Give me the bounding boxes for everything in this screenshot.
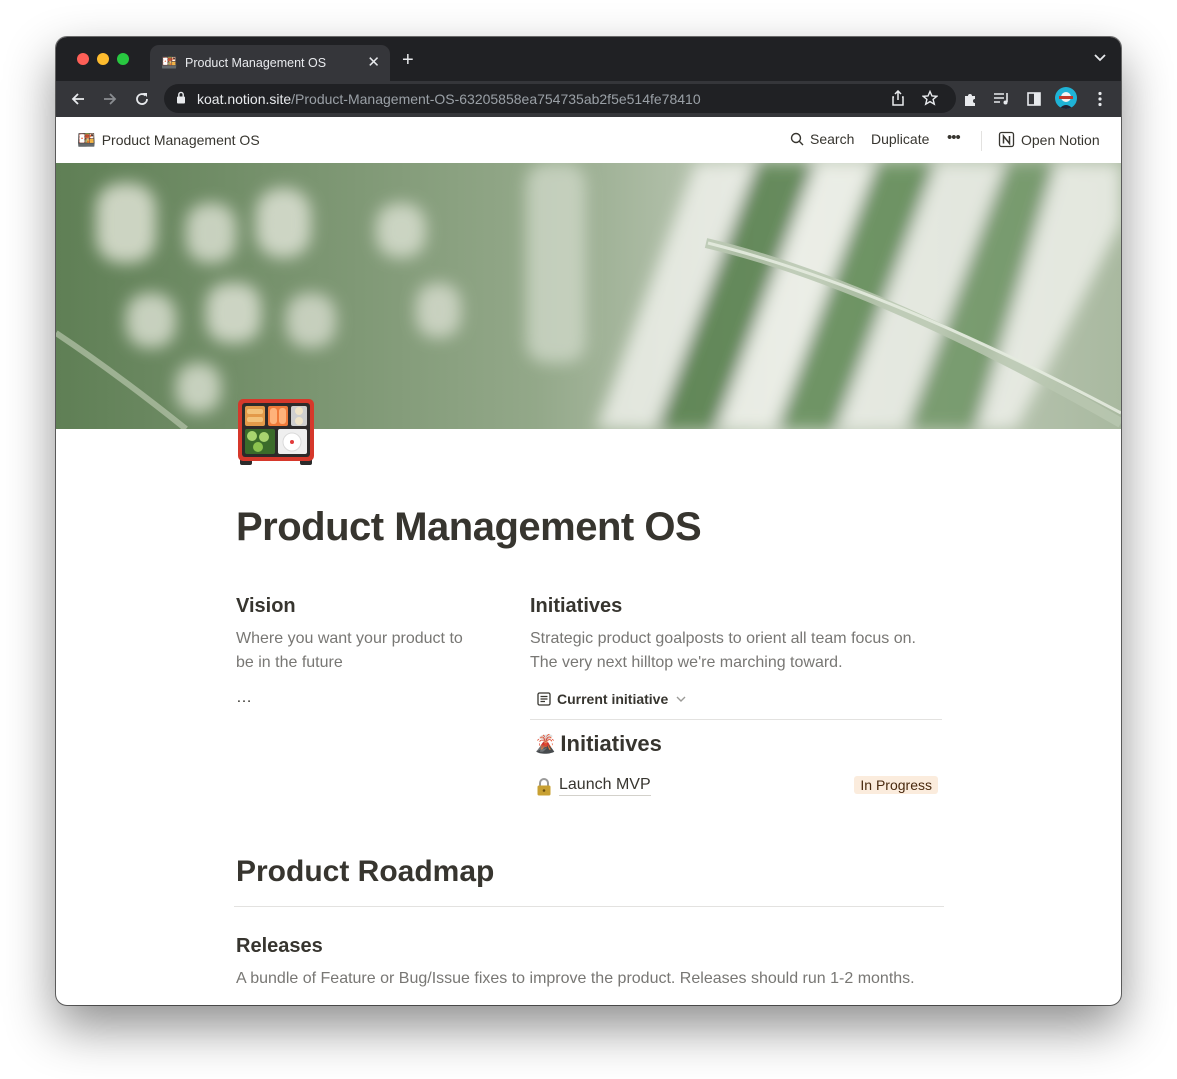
lock-icon[interactable] xyxy=(176,91,186,109)
more-options-button[interactable]: ••• xyxy=(947,129,961,146)
item-name[interactable]: Launch MVP xyxy=(559,776,651,796)
tab-title: Product Management OS xyxy=(185,56,327,70)
vision-ellipsis: … xyxy=(236,689,252,706)
cover-image xyxy=(56,163,1121,429)
releases-description: A bundle of Feature or Bug/Issue fixes t… xyxy=(236,970,915,987)
bento-box-icon[interactable] xyxy=(236,395,318,469)
search-button[interactable]: Search xyxy=(790,131,854,147)
initiatives-db-title-text: Initiatives xyxy=(560,731,662,756)
breadcrumb[interactable]: 🍱 Product Management OS xyxy=(77,131,260,149)
page-title: Product Management OS xyxy=(236,505,702,549)
search-label: Search xyxy=(810,131,855,147)
url-host: koat.notion.site xyxy=(197,91,292,107)
browser-tab[interactable]: 🍱 Product Management OS ✕ xyxy=(150,45,390,81)
tab-search-chevron-icon[interactable] xyxy=(1093,50,1107,69)
vision-description: Where you want your product to be in the… xyxy=(236,630,463,671)
media-control-icon[interactable] xyxy=(992,89,1012,109)
share-icon[interactable] xyxy=(888,88,908,108)
search-icon xyxy=(790,132,804,146)
roadmap-heading: Product Roadmap xyxy=(236,855,495,888)
profile-avatar[interactable] xyxy=(1055,87,1077,109)
back-arrow-icon[interactable] xyxy=(68,89,88,109)
minimize-window-button[interactable] xyxy=(97,53,109,65)
view-selector-label: Current initiative xyxy=(557,691,669,707)
view-selector[interactable]: Current initiative xyxy=(537,691,688,707)
url-path: /Product-Management-OS-63205858ea754735a… xyxy=(291,91,701,107)
bento-box-icon: 🍱 xyxy=(77,132,96,149)
duplicate-button[interactable]: Duplicate xyxy=(871,131,929,147)
browser-menu-icon[interactable] xyxy=(1090,89,1110,109)
breadcrumb-title: Product Management OS xyxy=(101,132,260,148)
side-panel-icon[interactable] xyxy=(1024,89,1044,109)
close-tab-icon[interactable]: ✕ xyxy=(367,54,380,72)
address-bar[interactable]: koat.notion.site/Product-Management-OS-6… xyxy=(164,84,956,113)
forward-arrow-icon[interactable] xyxy=(100,89,120,109)
volcano-icon: 🌋 xyxy=(534,733,557,754)
initiatives-description: Strategic product goalposts to orient al… xyxy=(530,630,916,671)
duplicate-label: Duplicate xyxy=(871,131,930,147)
bento-box-icon: 🍱 xyxy=(161,55,178,70)
extensions-puzzle-icon[interactable] xyxy=(960,89,980,109)
initiatives-db-title[interactable]: 🌋 Initiatives xyxy=(534,731,662,757)
bookmark-star-icon[interactable] xyxy=(920,88,940,108)
tab-strip: 🍱 Product Management OS ✕ + xyxy=(56,37,1121,81)
browser-toolbar: koat.notion.site/Product-Management-OS-6… xyxy=(56,81,1121,117)
view-divider xyxy=(530,719,942,720)
reload-icon[interactable] xyxy=(132,89,152,109)
new-tab-icon[interactable]: + xyxy=(402,50,414,70)
list-item[interactable]: Launch MVP In Progress xyxy=(534,775,942,801)
open-notion-label: Open Notion xyxy=(1021,131,1100,148)
notion-topbar: 🍱 Product Management OS Search Duplicate… xyxy=(56,117,1121,163)
notion-logo-icon xyxy=(998,131,1015,148)
more-dots-icon: ••• xyxy=(947,129,961,146)
status-badge: In Progress xyxy=(854,776,938,794)
releases-heading: Releases xyxy=(236,935,323,957)
chevron-down-icon xyxy=(676,696,686,702)
url-text: koat.notion.site/Product-Management-OS-6… xyxy=(197,91,701,107)
lock-icon xyxy=(536,778,552,801)
maximize-window-button[interactable] xyxy=(117,53,129,65)
vision-heading: Vision xyxy=(236,595,296,617)
initiatives-heading: Initiatives xyxy=(530,595,623,617)
close-window-button[interactable] xyxy=(77,53,89,65)
roadmap-divider xyxy=(234,906,944,907)
header-divider xyxy=(981,131,982,151)
list-view-icon xyxy=(537,692,551,706)
open-notion-button[interactable]: Open Notion xyxy=(998,131,1100,148)
browser-window: 🍱 Product Management OS ✕ + koat.notion.… xyxy=(56,37,1121,1005)
